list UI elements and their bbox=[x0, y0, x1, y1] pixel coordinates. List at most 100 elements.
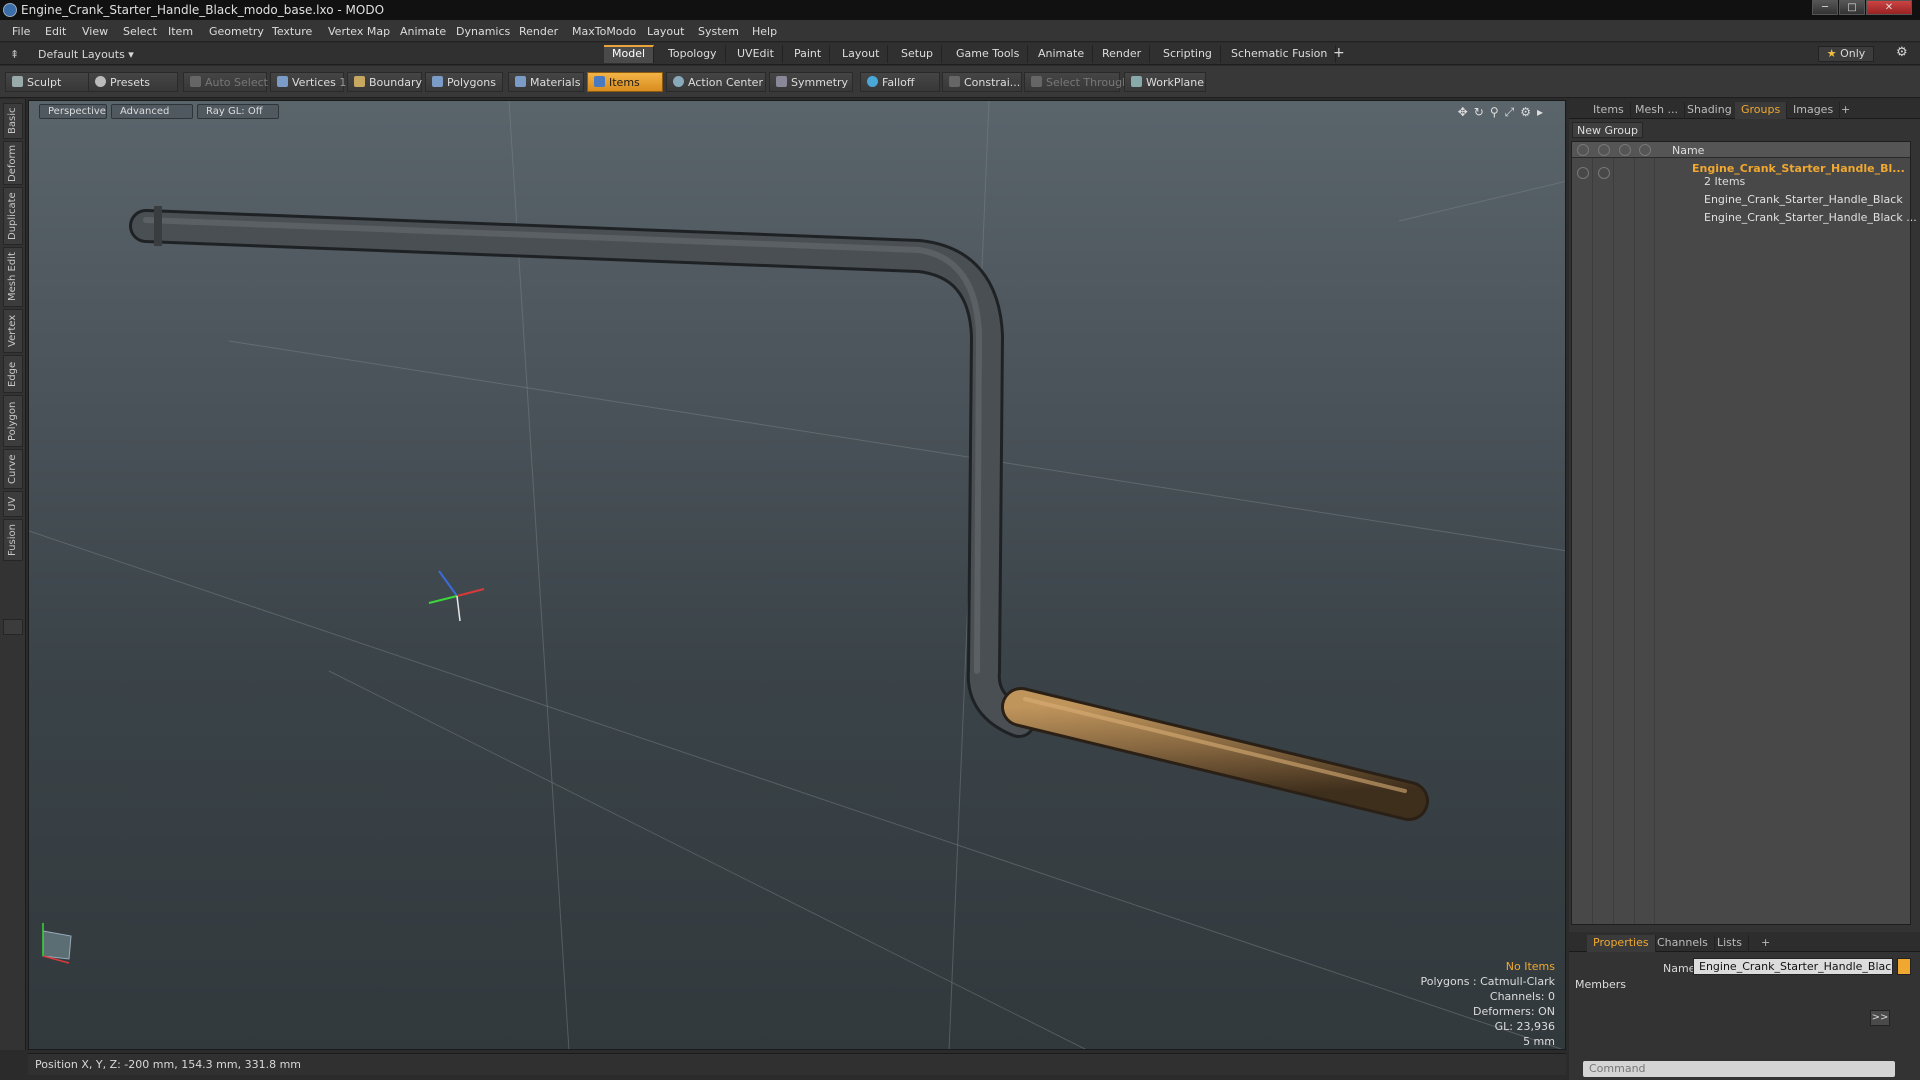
items-button[interactable]: Items bbox=[587, 72, 663, 92]
group-child-row[interactable]: Engine_Crank_Starter_Handle_Black bbox=[1572, 192, 1910, 208]
vtab-deform[interactable]: Deform bbox=[3, 141, 23, 185]
star-icon: ★ bbox=[1826, 47, 1837, 60]
tab-schematic-fusion[interactable]: Schematic Fusion bbox=[1223, 45, 1337, 63]
menu-maxtomodo[interactable]: MaxToModo bbox=[572, 25, 636, 38]
select-column-icon[interactable] bbox=[1639, 144, 1651, 156]
symmetry-button[interactable]: Symmetry bbox=[769, 72, 853, 92]
tab-lists[interactable]: Lists bbox=[1711, 935, 1749, 952]
menu-animate[interactable]: Animate bbox=[400, 25, 446, 38]
minimize-button[interactable]: ─ bbox=[1812, 0, 1838, 15]
groups-panel-tabs: Items Mesh ... Shading Groups Images + bbox=[1569, 99, 1920, 119]
tab-mesh[interactable]: Mesh ... bbox=[1629, 102, 1685, 119]
maximize-button[interactable]: □ bbox=[1839, 0, 1865, 15]
tab-topology[interactable]: Topology bbox=[660, 45, 726, 63]
group-child-row[interactable]: Engine_Crank_Starter_Handle_Black ... bbox=[1572, 210, 1917, 226]
select-through-button[interactable]: Select Through bbox=[1024, 72, 1129, 92]
tab-scripting[interactable]: Scripting bbox=[1155, 45, 1221, 63]
group-color-swatch[interactable] bbox=[1897, 958, 1911, 975]
tab-animate[interactable]: Animate bbox=[1030, 45, 1094, 63]
eye-icon[interactable] bbox=[1577, 167, 1589, 179]
menu-system[interactable]: System bbox=[698, 25, 739, 38]
vtab-basic[interactable]: Basic bbox=[3, 103, 23, 139]
members-section[interactable]: Members bbox=[1575, 978, 1626, 991]
menu-texture[interactable]: Texture bbox=[272, 25, 312, 38]
workplane-button[interactable]: WorkPlane bbox=[1124, 72, 1206, 92]
gear-icon[interactable]: ⚙ bbox=[1896, 45, 1908, 60]
menu-layout[interactable]: Layout bbox=[647, 25, 684, 38]
materials-button[interactable]: Materials bbox=[508, 72, 584, 92]
symmetry-label: Symmetry bbox=[791, 76, 849, 89]
visibility-column-icon[interactable] bbox=[1577, 144, 1589, 156]
tab-items[interactable]: Items bbox=[1587, 102, 1631, 119]
command-input[interactable]: Command bbox=[1583, 1061, 1895, 1077]
default-layouts-dropdown[interactable]: Default Layouts ▾ bbox=[38, 48, 134, 61]
viewport-nav-icons[interactable]: ✥↻⚲⤢⚙▸ bbox=[1458, 105, 1549, 120]
select-through-label: Select Through bbox=[1046, 76, 1130, 89]
menu-file[interactable]: File bbox=[12, 25, 30, 38]
transform-gizmo[interactable] bbox=[428, 570, 485, 622]
menu-vertex-map[interactable]: Vertex Map bbox=[328, 25, 390, 38]
menu-render[interactable]: Render bbox=[519, 25, 558, 38]
vtab-duplicate[interactable]: Duplicate bbox=[3, 187, 23, 245]
expand-members-button[interactable]: >> bbox=[1870, 1010, 1890, 1026]
menu-dynamics[interactable]: Dynamics bbox=[456, 25, 510, 38]
tab-paint[interactable]: Paint bbox=[786, 45, 831, 63]
vtab-edge[interactable]: Edge bbox=[3, 355, 23, 393]
group-row[interactable]: Engine_Crank_Starter_Handle_Bl... 2 Item… bbox=[1572, 160, 1910, 190]
tab-groups[interactable]: Groups bbox=[1735, 102, 1788, 119]
tab-properties[interactable]: Properties bbox=[1587, 935, 1656, 952]
polygons-button[interactable]: Polygons bbox=[425, 72, 503, 92]
vtab-fusion[interactable]: Fusion bbox=[3, 519, 23, 561]
tab-channels[interactable]: Channels bbox=[1651, 935, 1715, 952]
add-tab-button[interactable]: + bbox=[1333, 45, 1345, 61]
tab-uvedit[interactable]: UVEdit bbox=[729, 45, 783, 63]
menu-item[interactable]: Item bbox=[168, 25, 193, 38]
close-button[interactable]: ✕ bbox=[1866, 0, 1912, 15]
perspective-dropdown[interactable]: Perspective bbox=[39, 104, 107, 119]
tab-layout[interactable]: Layout bbox=[834, 45, 889, 63]
render-column-icon[interactable] bbox=[1598, 144, 1610, 156]
sculpt-button[interactable]: Sculpt bbox=[5, 72, 93, 92]
layout-pin-icon[interactable]: ⇞ bbox=[10, 48, 19, 61]
add-panel-tab-button[interactable]: + bbox=[1835, 102, 1856, 119]
vtab-vertex[interactable]: Vertex bbox=[3, 309, 23, 353]
tab-game-tools[interactable]: Game Tools bbox=[948, 45, 1029, 63]
tab-render[interactable]: Render bbox=[1094, 45, 1151, 63]
action-center-button[interactable]: Action Center bbox=[666, 72, 766, 92]
hud-deformers: Deformers: ON bbox=[1473, 1005, 1555, 1018]
vertices-button[interactable]: Vertices 1 bbox=[270, 72, 347, 92]
tab-images[interactable]: Images bbox=[1787, 102, 1841, 119]
presets-icon bbox=[95, 76, 106, 87]
strip-toggle-button[interactable] bbox=[3, 619, 23, 635]
group-name-field[interactable]: Engine_Crank_Starter_Handle_Black (2 bbox=[1693, 958, 1893, 975]
groups-list-header: Name bbox=[1572, 142, 1910, 158]
menu-edit[interactable]: Edit bbox=[45, 25, 66, 38]
auto-select-icon bbox=[190, 76, 201, 87]
vtab-mesh-edit[interactable]: Mesh Edit bbox=[3, 247, 23, 307]
3d-viewport[interactable]: Perspective Advanced Ray GL: Off ✥↻⚲⤢⚙▸ … bbox=[28, 100, 1566, 1050]
tab-model[interactable]: Model bbox=[604, 45, 655, 63]
vtab-curve[interactable]: Curve bbox=[3, 449, 23, 489]
render-icon[interactable] bbox=[1598, 167, 1610, 179]
only-button[interactable]: ★ Only bbox=[1818, 46, 1874, 62]
raygl-toggle[interactable]: Ray GL: Off bbox=[197, 104, 279, 119]
auto-select-button[interactable]: Auto Select bbox=[183, 72, 268, 92]
menu-geometry[interactable]: Geometry bbox=[209, 25, 264, 38]
shading-mode-dropdown[interactable]: Advanced bbox=[111, 104, 193, 119]
vertices-count: 1 bbox=[339, 76, 347, 89]
vtab-uv[interactable]: UV bbox=[3, 491, 23, 517]
add-props-tab-button[interactable]: + bbox=[1755, 935, 1776, 952]
tab-setup[interactable]: Setup bbox=[893, 45, 943, 63]
new-group-button[interactable]: New Group bbox=[1572, 122, 1643, 138]
tab-shading[interactable]: Shading bbox=[1681, 102, 1739, 119]
menu-select[interactable]: Select bbox=[123, 25, 157, 38]
boundary-button[interactable]: Boundary bbox=[347, 72, 422, 92]
menu-help[interactable]: Help bbox=[752, 25, 777, 38]
lock-column-icon[interactable] bbox=[1619, 144, 1631, 156]
constraints-button[interactable]: Constrai... bbox=[942, 72, 1022, 92]
vtab-polygon[interactable]: Polygon bbox=[3, 395, 23, 447]
falloff-button[interactable]: Falloff bbox=[860, 72, 940, 92]
presets-button[interactable]: Presets bbox=[88, 72, 178, 92]
name-column-header[interactable]: Name bbox=[1672, 144, 1704, 157]
menu-view[interactable]: View bbox=[82, 25, 108, 38]
